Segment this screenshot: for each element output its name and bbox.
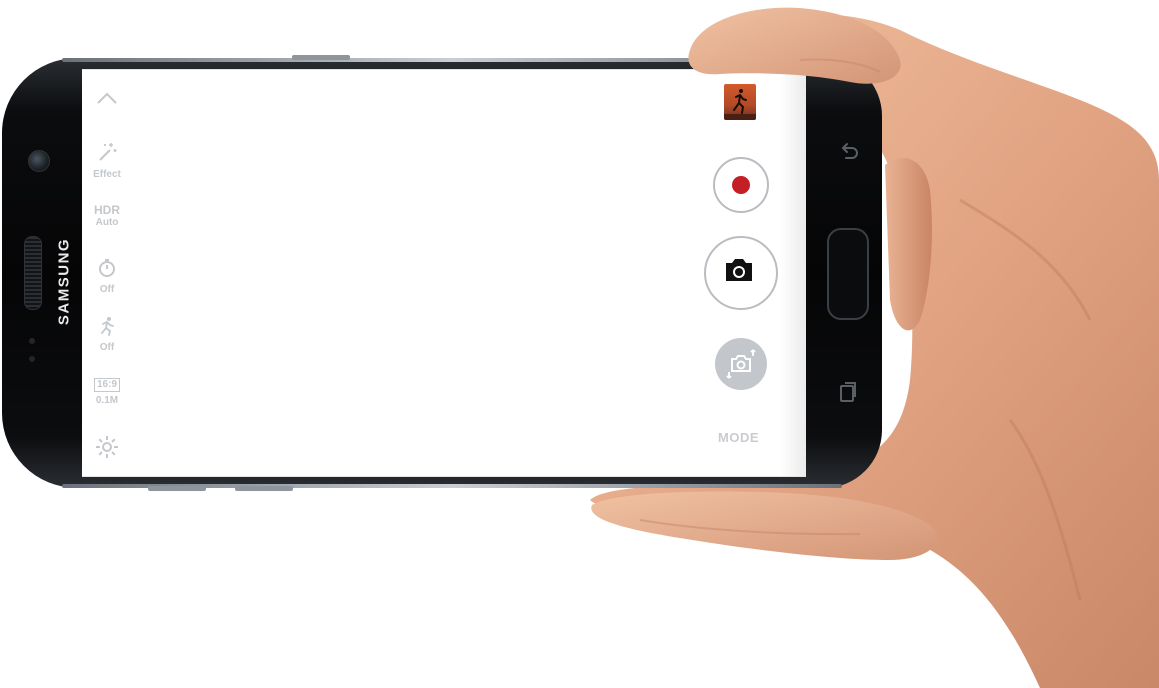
- magic-wand-icon: [99, 143, 117, 161]
- home-button[interactable]: [827, 228, 869, 320]
- light-sensor: [29, 356, 35, 362]
- settings-button[interactable]: [82, 434, 132, 465]
- ratio-title: 16:9: [93, 378, 120, 392]
- hdr-value: Auto: [95, 217, 119, 228]
- effect-label: Effect: [93, 169, 121, 180]
- front-camera: [28, 150, 50, 172]
- shutter-button[interactable]: [704, 236, 778, 310]
- timer-icon: [99, 259, 115, 277]
- recent-apps-icon[interactable]: [838, 380, 858, 410]
- effect-button[interactable]: Effect: [82, 140, 132, 180]
- timer-value: Off: [99, 284, 115, 295]
- earpiece-speaker: [24, 236, 42, 310]
- chevron-up-icon: [97, 92, 117, 104]
- ratio-button[interactable]: 16:9 0.1M: [82, 374, 132, 406]
- ratio-value: 0.1M: [95, 395, 119, 406]
- side-button-right: [235, 486, 293, 491]
- hdr-title: HDR: [94, 203, 120, 217]
- phone-rim-top: [62, 58, 842, 62]
- screen-edge-shade: [780, 70, 806, 476]
- back-arrow-icon[interactable]: [838, 140, 860, 168]
- collapse-button[interactable]: [82, 90, 132, 111]
- brand-logo: SAMSUNG: [55, 237, 73, 326]
- gear-icon: [96, 436, 118, 458]
- record-dot-icon: [732, 176, 750, 194]
- record-button[interactable]: [713, 157, 769, 213]
- proximity-sensor: [29, 338, 35, 344]
- motion-button[interactable]: Off: [82, 315, 132, 353]
- running-figure-icon: [101, 317, 114, 336]
- volume-button: [292, 55, 350, 60]
- mode-button[interactable]: MODE: [718, 430, 759, 445]
- timer-button[interactable]: Off: [82, 257, 132, 295]
- switch-camera-button[interactable]: [715, 338, 767, 390]
- runner-silhouette: [724, 89, 756, 120]
- camera-screen: Effect HDR Auto Off Off 16:9 0.1M MODE: [82, 69, 806, 477]
- switch-camera-icon: [726, 349, 756, 379]
- motion-value: Off: [99, 342, 115, 353]
- hdr-button[interactable]: HDR Auto: [82, 203, 132, 228]
- side-button-left: [148, 486, 206, 491]
- camera-icon: [726, 259, 752, 281]
- gallery-thumbnail[interactable]: [724, 84, 756, 120]
